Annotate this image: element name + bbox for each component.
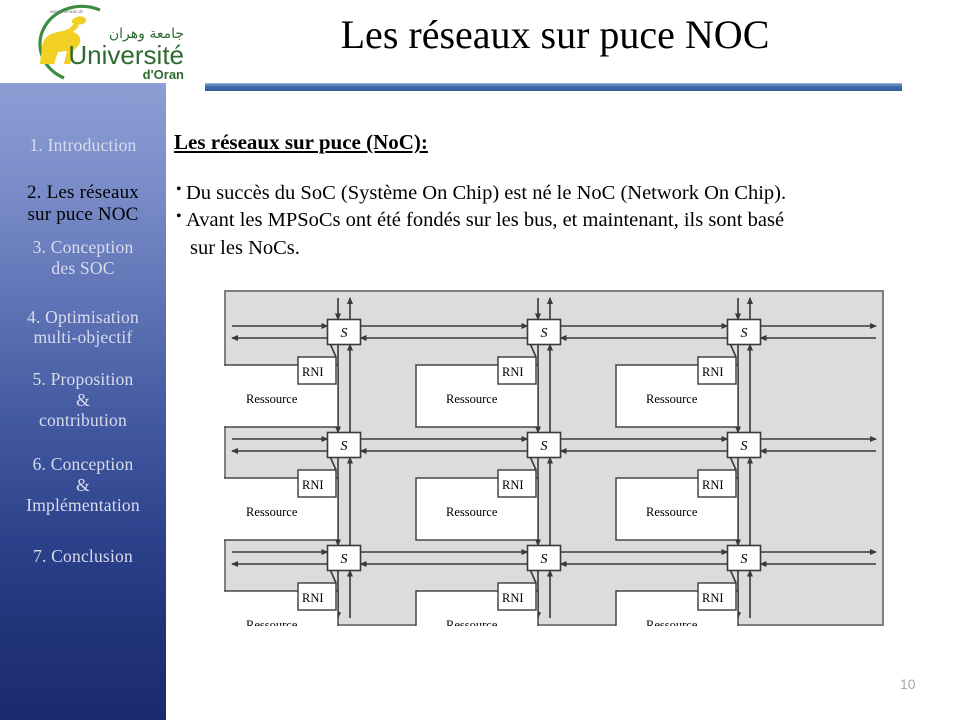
sidebar-item-reseaux-sur-puce-noc[interactable]: 2. Les réseaux sur puce NOC [0,182,166,227]
rni-label: RNI [702,591,724,605]
resource-label: Ressource [246,392,298,406]
switch-label: S [341,439,348,454]
switch-label: S [541,552,548,567]
resource-label: Ressource [446,505,498,519]
sidebar-item-conclusion[interactable]: 7. Conclusion [0,546,166,567]
switch-label: S [741,326,748,341]
bullet-text: Avant les MPSoCs ont été fondés sur les … [186,209,785,232]
resource-label: Ressource [446,392,498,406]
rni-label: RNI [502,365,524,379]
bullet-marker: • [176,208,182,226]
resource-label: Ressource [646,392,698,406]
rni-label: RNI [302,478,324,492]
resource-label: Ressource [646,505,698,519]
logo-url-text: www.univ-oran.dz [50,9,83,14]
bullet-list: • Du succès du SoC (Système On Chip) est … [176,180,956,262]
bullet-marker: • [176,181,182,198]
sidebar-item-proposition-contribution[interactable]: 5. Proposition & contribution [0,369,166,431]
switch-label: S [541,439,548,454]
resource-label: Ressource [646,618,698,626]
rni-label: RNI [702,478,724,492]
resource-label: Ressource [246,505,298,519]
switch-label: S [741,439,748,454]
title-underline-bar [205,83,902,91]
rni-label: RNI [502,591,524,605]
resource-label: Ressource [246,618,298,626]
logo-subname: d'Oran [143,67,184,82]
switch-label: S [341,326,348,341]
page-title: Les réseaux sur puce NOC [340,12,770,57]
sidebar-item-conception-implementation[interactable]: 6. Conception & Implémentation [0,454,166,516]
page-number: 10 [900,676,916,692]
sidebar-nav: 1. Introduction 2. Les réseaux sur puce … [0,83,166,720]
bullet-text: Du succès du SoC (Système On Chip) est n… [186,182,787,204]
content-heading: Les réseaux sur puce (NoC): [174,130,428,154]
rni-label: RNI [502,478,524,492]
rni-label: RNI [702,365,724,379]
logo-name: Université [68,40,184,70]
rni-label: RNI [302,365,324,379]
sidebar-item-optimisation-multi-objectif[interactable]: 4. Optimisation multi-objectif [0,307,166,348]
switch-label: S [741,552,748,567]
sidebar-item-introduction[interactable]: 1. Introduction [0,135,166,156]
rni-label: RNI [302,591,324,605]
sidebar-item-conception-des-soc[interactable]: 3. Conception des SOC [0,237,166,278]
resource-label: Ressource [446,618,498,626]
switch-label: S [541,326,548,341]
university-logo: www.univ-oran.dz جامعة وهران Université … [8,2,188,82]
noc-mesh-diagram: Ressource RNI Ressource RNI Ressource RNI Ress… [224,290,884,626]
switch-label: S [341,552,348,567]
list-item: • Avant les MPSoCs ont été fondés sur les… [176,207,956,234]
bullet-continuation-text: sur les NoCs. [190,236,300,259]
list-item: • Du succès du SoC (Système On Chip) est … [176,180,956,207]
